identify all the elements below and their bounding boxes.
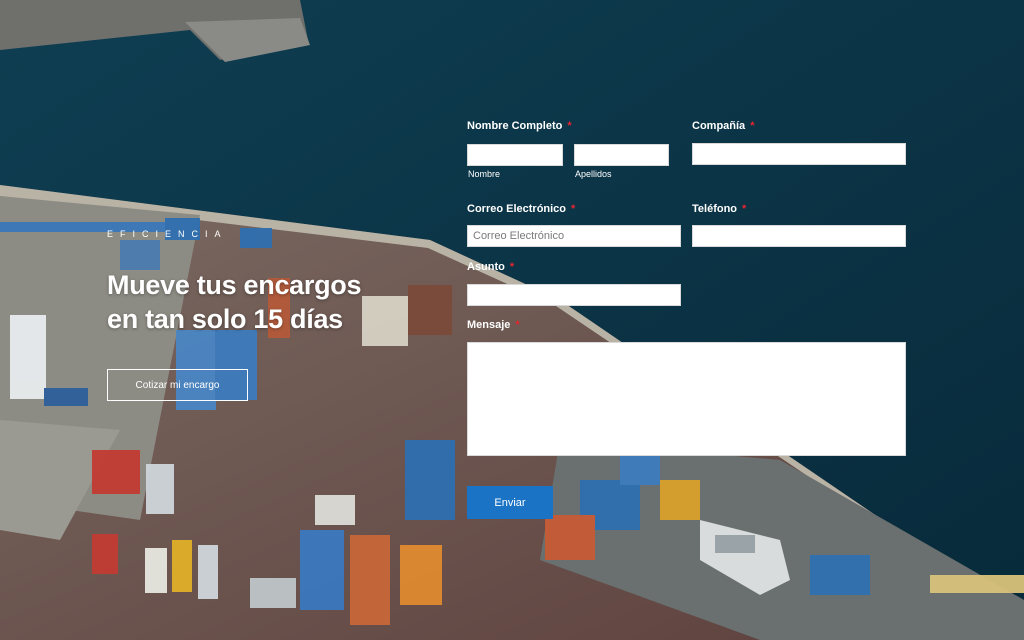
hero-title: Mueve tus encargos en tan solo 15 días xyxy=(107,268,427,336)
first-name-sublabel: Nombre xyxy=(468,169,501,179)
last-name-sublabel: Apellidos xyxy=(575,169,612,179)
required-marker: * xyxy=(571,203,576,215)
required-marker: * xyxy=(567,120,572,132)
last-name-input[interactable] xyxy=(574,144,669,166)
email-label: Correo Electrónico * xyxy=(467,203,576,215)
quote-cta-button[interactable]: Cotizar mi encargo xyxy=(107,369,248,401)
required-marker: * xyxy=(742,203,747,215)
first-name-input[interactable] xyxy=(467,144,563,166)
phone-label: Teléfono * xyxy=(692,203,747,215)
required-marker: * xyxy=(515,319,520,331)
hero-title-line-2: en tan solo 15 días xyxy=(107,304,343,334)
submit-button[interactable]: Enviar xyxy=(467,486,553,519)
subject-label: Asunto * xyxy=(467,261,515,273)
hero-title-line-1: Mueve tus encargos xyxy=(107,270,362,300)
message-textarea[interactable] xyxy=(467,342,906,456)
company-input[interactable] xyxy=(692,143,906,165)
subject-input[interactable] xyxy=(467,284,681,306)
phone-input[interactable] xyxy=(692,225,906,247)
full-name-label: Nombre Completo * xyxy=(467,120,572,132)
company-label: Compañía * xyxy=(692,120,755,132)
message-label: Mensaje * xyxy=(467,319,520,331)
email-input[interactable] xyxy=(467,225,681,247)
hero-eyebrow: EFICIENCIA xyxy=(107,229,228,239)
required-marker: * xyxy=(750,120,755,132)
required-marker: * xyxy=(509,261,515,273)
